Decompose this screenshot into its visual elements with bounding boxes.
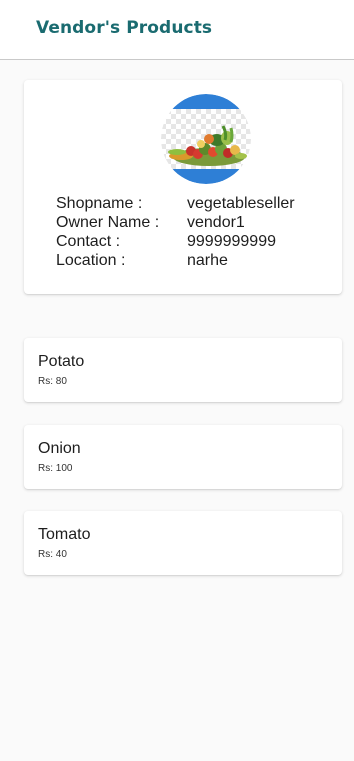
product-price: Rs: 80 bbox=[38, 376, 67, 387]
product-card[interactable]: Tomato Rs: 40 bbox=[24, 511, 342, 575]
product-card[interactable]: Potato Rs: 80 bbox=[24, 338, 342, 402]
product-price: Rs: 40 bbox=[38, 549, 67, 560]
location-value: narhe bbox=[187, 252, 228, 269]
shopname-value: vegetableseller bbox=[187, 195, 295, 212]
vendor-info-card: Shopname : vegetableseller Owner Name : … bbox=[24, 80, 342, 294]
shopname-row: Shopname : vegetableseller bbox=[56, 194, 295, 213]
page-title: Vendor's Products bbox=[36, 18, 213, 38]
product-price: Rs: 100 bbox=[38, 463, 73, 474]
owner-label: Owner Name : bbox=[56, 214, 160, 231]
product-name: Onion bbox=[38, 440, 81, 457]
product-card[interactable]: Onion Rs: 100 bbox=[24, 425, 342, 489]
shop-avatar bbox=[161, 94, 251, 184]
contact-value: 9999999999 bbox=[187, 233, 276, 250]
product-name: Potato bbox=[38, 353, 85, 370]
location-label: Location : bbox=[56, 252, 126, 269]
product-name: Tomato bbox=[38, 526, 91, 543]
location-row: Location : narhe bbox=[56, 251, 295, 270]
owner-value: vendor1 bbox=[187, 214, 245, 231]
vegetables-image bbox=[161, 94, 251, 184]
vendor-details: Shopname : vegetableseller Owner Name : … bbox=[56, 194, 295, 270]
contact-label: Contact : bbox=[56, 233, 121, 250]
contact-row: Contact : 9999999999 bbox=[56, 232, 295, 251]
owner-row: Owner Name : vendor1 bbox=[56, 213, 295, 232]
shopname-label: Shopname : bbox=[56, 195, 143, 212]
app-bar: Vendor's Products bbox=[0, 0, 354, 60]
